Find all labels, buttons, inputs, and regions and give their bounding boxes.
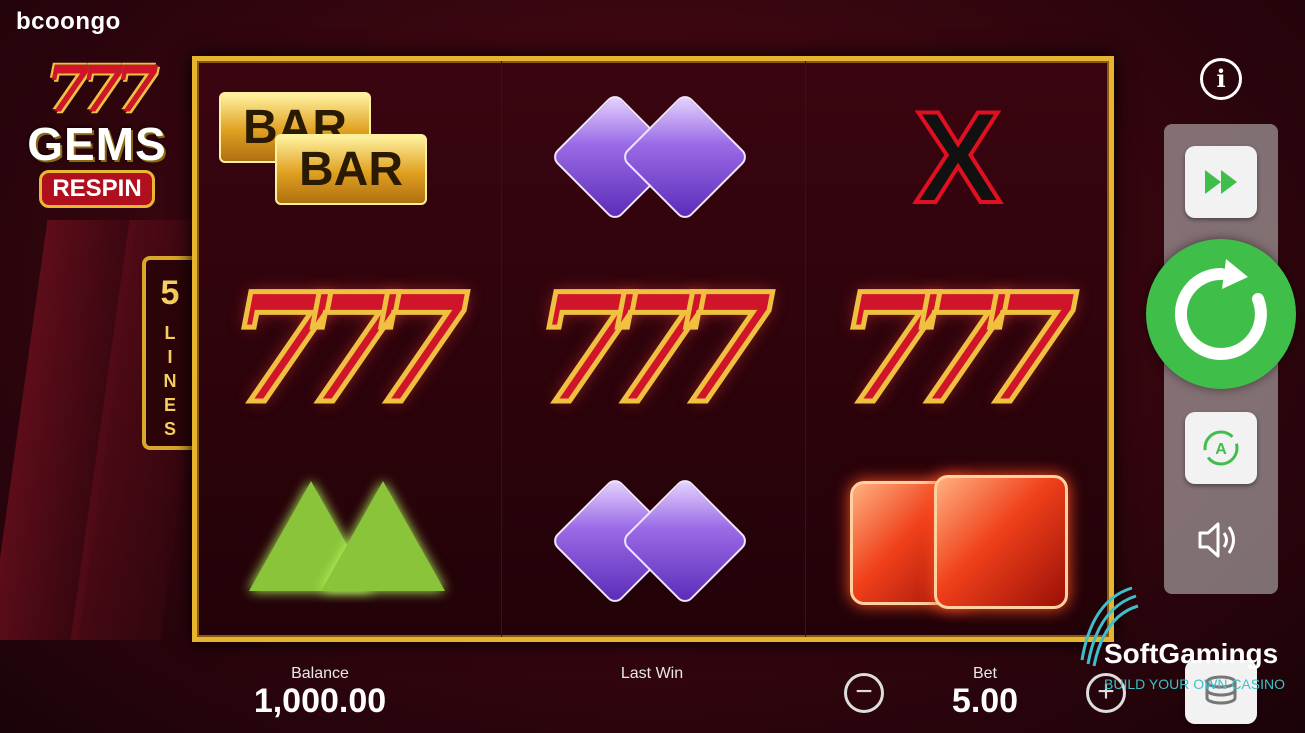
symbol-seven-triple: 777 (197, 253, 501, 445)
x-icon: X (913, 84, 1004, 230)
bar-bottom: BAR (275, 134, 427, 205)
purple-gem-icon (619, 475, 751, 607)
bet-decrease-button[interactable]: − (844, 673, 884, 713)
bet-label: Bet (972, 665, 997, 682)
symbol-seven-triple: 777 (806, 253, 1110, 445)
autoplay-button[interactable]: A (1185, 412, 1257, 484)
balance-label: Balance (291, 665, 349, 682)
green-gem-icon (321, 481, 445, 591)
reel-1: BAR BAR 777 (197, 61, 501, 637)
spin-button[interactable] (1146, 239, 1296, 389)
logo-sevens: 777 (45, 52, 159, 127)
purple-gem-icon (619, 91, 751, 223)
lines-indicator: 5 LINES (142, 256, 194, 450)
symbol-purple-gems (502, 61, 806, 253)
fast-forward-icon (1205, 170, 1237, 194)
lines-count: 5 (160, 274, 180, 312)
bet-value: 5.00 (951, 682, 1019, 720)
symbol-green-gems (197, 445, 501, 637)
speaker-icon (1198, 522, 1235, 558)
softgamings-tagline: BUILD YOUR OWN CASINO (1104, 676, 1285, 692)
brand-logo: bcoongo (16, 8, 121, 35)
softgamings-name: SoftGamings (1104, 638, 1279, 669)
autoplay-icon: A (1203, 430, 1239, 466)
reel-2: 777 (501, 61, 806, 637)
symbol-bar-bar: BAR BAR (197, 61, 501, 253)
info-button[interactable]: i (1200, 58, 1242, 100)
seven-icon: 777 (226, 261, 472, 437)
reel-3: X 777 (805, 61, 1110, 637)
symbol-purple-gems (502, 445, 806, 637)
symbol-x: X (806, 61, 1110, 253)
sound-button[interactable] (1196, 518, 1244, 567)
reel-area: BAR BAR 777 777 X 777 (192, 56, 1114, 642)
last-win-label: Last Win (620, 665, 684, 682)
lines-word: LINES (163, 323, 177, 439)
red-gem-icon (934, 475, 1068, 609)
seven-icon: 777 (835, 261, 1081, 437)
svg-text:A: A (1215, 441, 1227, 458)
symbol-seven-triple: 777 (502, 253, 806, 445)
symbol-red-gems (806, 445, 1110, 637)
logo-gems: GEMS (27, 118, 167, 170)
seven-icon: 777 (531, 261, 777, 437)
balance-value: 1,000.00 (253, 682, 387, 720)
logo-respin: RESPIN (39, 170, 155, 208)
turbo-button[interactable] (1185, 146, 1257, 218)
spin-arrow-icon (1174, 259, 1267, 360)
game-logo: 777 GEMS RESPIN (12, 58, 182, 208)
